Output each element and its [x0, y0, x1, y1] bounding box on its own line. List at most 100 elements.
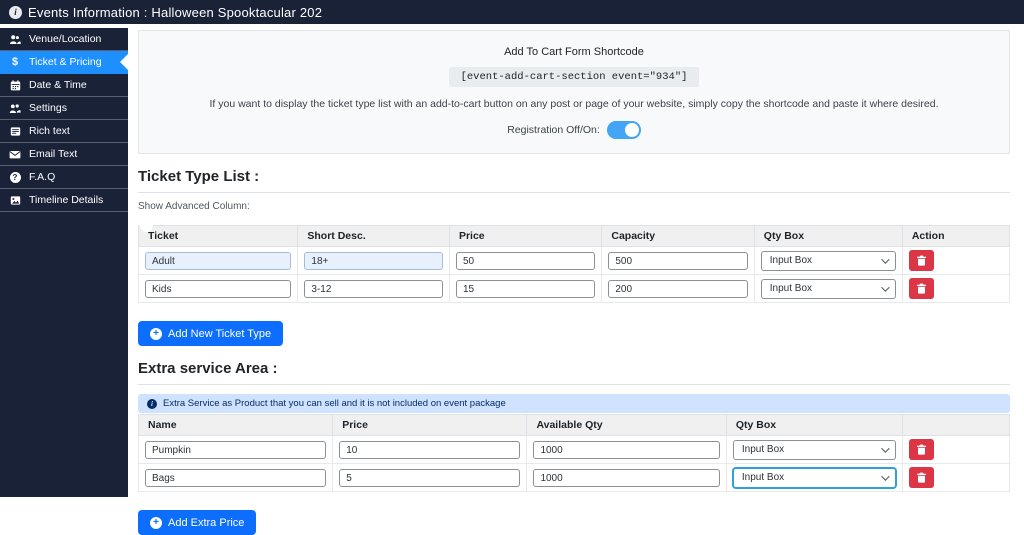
- sidebar-item-faq[interactable]: ? F.A.Q: [0, 166, 128, 189]
- col-header-action: [902, 415, 1009, 436]
- extra-name-input[interactable]: [145, 441, 326, 459]
- page-title: Events Information : Halloween Spooktacu…: [28, 5, 322, 20]
- qty-box-value: Input Box: [742, 472, 784, 483]
- plus-circle-icon: +: [150, 517, 162, 529]
- sidebar-item-label: Rich text: [29, 125, 70, 137]
- col-header-ticket: Ticket: [139, 226, 298, 247]
- main-content: Add To Cart Form Shortcode [event-add-ca…: [138, 24, 1010, 535]
- delete-extra-button[interactable]: [909, 467, 934, 488]
- col-header-price: Price: [333, 415, 527, 436]
- shortcode-panel: Add To Cart Form Shortcode [event-add-ca…: [138, 30, 1010, 154]
- app-header: i Events Information : Halloween Spookta…: [0, 0, 1024, 24]
- table-row: Input Box: [139, 275, 1010, 303]
- extra-price-input[interactable]: [339, 441, 520, 459]
- delete-ticket-button[interactable]: [909, 278, 934, 299]
- extra-service-notice: i Extra Service as Product that you can …: [138, 394, 1010, 413]
- sidebar-item-ticket-pricing[interactable]: $ Ticket & Pricing: [0, 51, 128, 74]
- users-icon: [9, 103, 21, 114]
- chevron-down-icon: [881, 444, 889, 452]
- qty-box-value: Input Box: [742, 444, 784, 455]
- extra-available-qty-input[interactable]: [533, 469, 719, 487]
- trash-icon: [916, 444, 927, 455]
- sidebar-item-email-text[interactable]: Email Text: [0, 143, 128, 166]
- extra-name-input[interactable]: [145, 469, 326, 487]
- envelope-icon: [9, 149, 21, 160]
- sidebar-item-rich-text[interactable]: Rich text: [0, 120, 128, 143]
- info-icon: i: [9, 6, 22, 19]
- price-input[interactable]: [456, 252, 595, 270]
- divider: [138, 192, 1010, 193]
- table-row: Input Box: [139, 247, 1010, 275]
- sidebar-item-timeline-details[interactable]: Timeline Details: [0, 189, 128, 212]
- sidebar-item-venue-location[interactable]: Venue/Location: [0, 28, 128, 51]
- col-header-available-qty: Available Qty: [527, 415, 726, 436]
- col-header-short-desc: Short Desc.: [298, 226, 450, 247]
- sidebar-item-label: Settings: [29, 102, 67, 114]
- extra-service-notice-text: Extra Service as Product that you can se…: [163, 398, 506, 409]
- table-row: Input Box: [139, 436, 1010, 464]
- col-header-action: Action: [902, 226, 1009, 247]
- table-row: Input Box: [139, 464, 1010, 492]
- delete-ticket-button[interactable]: [909, 250, 934, 271]
- add-extra-price-label: Add Extra Price: [168, 517, 244, 529]
- extra-service-area-title: Extra service Area :: [138, 360, 1010, 377]
- info-icon: i: [147, 399, 157, 409]
- richtext-icon: [9, 126, 21, 137]
- trash-icon: [916, 472, 927, 483]
- shortcode-value[interactable]: [event-add-cart-section event="934"]: [449, 67, 700, 87]
- add-new-ticket-type-button[interactable]: + Add New Ticket Type: [138, 321, 283, 346]
- shortcode-description: If you want to display the ticket type l…: [169, 98, 979, 110]
- question-icon: ?: [9, 172, 21, 183]
- sidebar-item-label: Venue/Location: [29, 33, 101, 45]
- add-new-ticket-type-label: Add New Ticket Type: [168, 328, 271, 340]
- dollar-icon: $: [9, 56, 21, 68]
- sidebar-item-date-time[interactable]: Date & Time: [0, 74, 128, 97]
- calendar-icon: [9, 80, 21, 91]
- venue-icon: [9, 34, 21, 45]
- price-input[interactable]: [456, 280, 595, 298]
- qty-box-select[interactable]: Input Box: [761, 279, 896, 299]
- table-header-row: Name Price Available Qty Qty Box: [139, 415, 1010, 436]
- chevron-down-icon: [881, 472, 889, 480]
- sidebar-item-label: Timeline Details: [29, 194, 103, 206]
- sidebar-item-label: Date & Time: [29, 79, 87, 91]
- add-extra-price-button[interactable]: + Add Extra Price: [138, 510, 256, 535]
- col-header-capacity: Capacity: [602, 226, 754, 247]
- extra-service-table: Name Price Available Qty Qty Box Input B…: [138, 414, 1010, 492]
- ticket-type-table: Ticket Short Desc. Price Capacity Qty Bo…: [138, 225, 1010, 303]
- registration-toggle-label: Registration Off/On:: [507, 124, 600, 136]
- qty-box-select[interactable]: Input Box: [733, 468, 896, 488]
- toggle-knob: [625, 123, 639, 137]
- registration-toggle[interactable]: [607, 121, 641, 139]
- ticket-name-input[interactable]: [145, 252, 291, 270]
- capacity-input[interactable]: [608, 280, 747, 298]
- short-desc-input[interactable]: [304, 252, 443, 270]
- sidebar-item-label: Email Text: [29, 148, 77, 160]
- col-header-name: Name: [139, 415, 333, 436]
- timeline-icon: [9, 195, 21, 206]
- col-header-qty-box: Qty Box: [754, 226, 902, 247]
- col-header-price: Price: [449, 226, 601, 247]
- qty-box-select[interactable]: Input Box: [761, 251, 896, 271]
- short-desc-input[interactable]: [304, 280, 443, 298]
- ticket-name-input[interactable]: [145, 280, 291, 298]
- sidebar-item-label: Ticket & Pricing: [29, 56, 102, 68]
- delete-extra-button[interactable]: [909, 439, 934, 460]
- sidebar: Venue/Location $ Ticket & Pricing Date &…: [0, 28, 128, 497]
- shortcode-label: Add To Cart Form Shortcode: [169, 46, 979, 58]
- extra-available-qty-input[interactable]: [533, 441, 719, 459]
- sidebar-item-settings[interactable]: Settings: [0, 97, 128, 120]
- chevron-down-icon: [881, 283, 889, 291]
- plus-circle-icon: +: [150, 328, 162, 340]
- table-header-row: Ticket Short Desc. Price Capacity Qty Bo…: [139, 226, 1010, 247]
- ticket-type-list-title: Ticket Type List :: [138, 168, 1010, 185]
- chevron-down-icon: [881, 255, 889, 263]
- extra-price-input[interactable]: [339, 469, 520, 487]
- qty-box-select[interactable]: Input Box: [733, 440, 896, 460]
- capacity-input[interactable]: [608, 252, 747, 270]
- sidebar-item-label: F.A.Q: [29, 171, 55, 183]
- qty-box-value: Input Box: [770, 255, 812, 266]
- col-header-qty-box: Qty Box: [726, 415, 902, 436]
- toggle-knob: [140, 219, 153, 232]
- trash-icon: [916, 283, 927, 294]
